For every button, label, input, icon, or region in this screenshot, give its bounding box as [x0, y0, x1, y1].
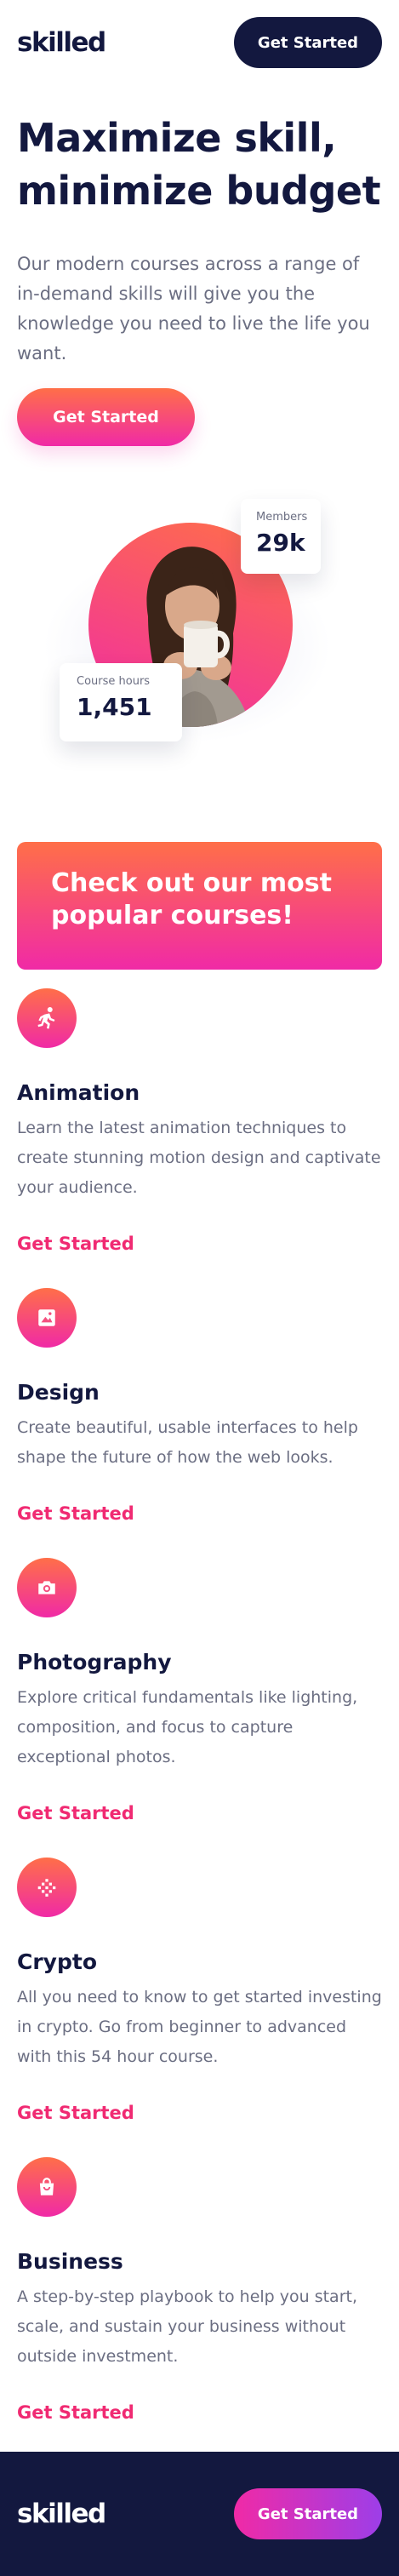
crypto-dots-icon: [17, 1858, 77, 1917]
course-title: Crypto: [17, 1949, 97, 1974]
footer-get-started-button[interactable]: Get Started: [234, 2488, 382, 2539]
running-figure-icon: [17, 988, 77, 1048]
course-get-started-link[interactable]: Get Started: [17, 2103, 382, 2123]
course-description: Create beautiful, usable interfaces to h…: [17, 1418, 358, 1467]
members-label: Members: [256, 511, 308, 524]
course-title: Photography: [17, 1650, 172, 1674]
image-frame-icon: [17, 1288, 77, 1348]
courses-list: Animation Learn the latest animation tec…: [0, 970, 399, 2423]
popular-courses-banner: Check out our most popular courses!: [17, 842, 382, 970]
course-description: A step-by-step playbook to help you star…: [17, 2287, 358, 2366]
hero-title: Maximize skill, minimize budget: [17, 115, 381, 214]
course-description: All you need to know to get started inve…: [17, 1988, 382, 2066]
hero-section: Maximize skill, minimize budget Our mode…: [0, 85, 399, 446]
popular-courses-heading: Check out our most popular courses!: [51, 868, 332, 930]
course-hours-value: 1,451: [77, 693, 152, 721]
course-card-animation: Animation Learn the latest animation tec…: [17, 988, 382, 1254]
footer-logo[interactable]: skilled: [17, 2499, 106, 2529]
site-footer: skilled Get Started: [0, 2452, 399, 2576]
hero-description: Our modern courses across a range of in-…: [17, 254, 370, 364]
course-get-started-link[interactable]: Get Started: [17, 1803, 382, 1823]
header-get-started-button[interactable]: Get Started: [234, 17, 382, 68]
shopping-bag-icon: [17, 2157, 77, 2217]
course-get-started-link[interactable]: Get Started: [17, 1503, 382, 1524]
members-card: Members 29k: [241, 499, 321, 574]
members-value: 29k: [256, 529, 305, 557]
course-title: Design: [17, 1380, 100, 1405]
course-hours-card: Course hours 1,451: [60, 663, 182, 741]
course-card-photography: Photography Explore critical fundamental…: [17, 1558, 382, 1823]
course-get-started-link[interactable]: Get Started: [17, 1234, 382, 1254]
site-header: skilled Get Started: [0, 0, 399, 85]
course-card-design: Design Create beautiful, usable interfac…: [17, 1288, 382, 1524]
course-hours-label: Course hours: [77, 675, 151, 688]
course-title: Animation: [17, 1080, 140, 1105]
course-get-started-link[interactable]: Get Started: [17, 2402, 382, 2423]
course-card-crypto: Crypto All you need to know to get start…: [17, 1858, 382, 2123]
stats-section: Members 29k Course hours 1,451: [0, 446, 399, 842]
course-title: Business: [17, 2249, 123, 2274]
camera-icon: [17, 1558, 77, 1617]
logo[interactable]: skilled: [17, 27, 106, 58]
hero-get-started-button[interactable]: Get Started: [17, 388, 195, 446]
course-description: Explore critical fundamentals like light…: [17, 1688, 358, 1766]
course-description: Learn the latest animation techniques to…: [17, 1119, 381, 1197]
course-card-business: Business A step-by-step playbook to help…: [17, 2157, 382, 2423]
